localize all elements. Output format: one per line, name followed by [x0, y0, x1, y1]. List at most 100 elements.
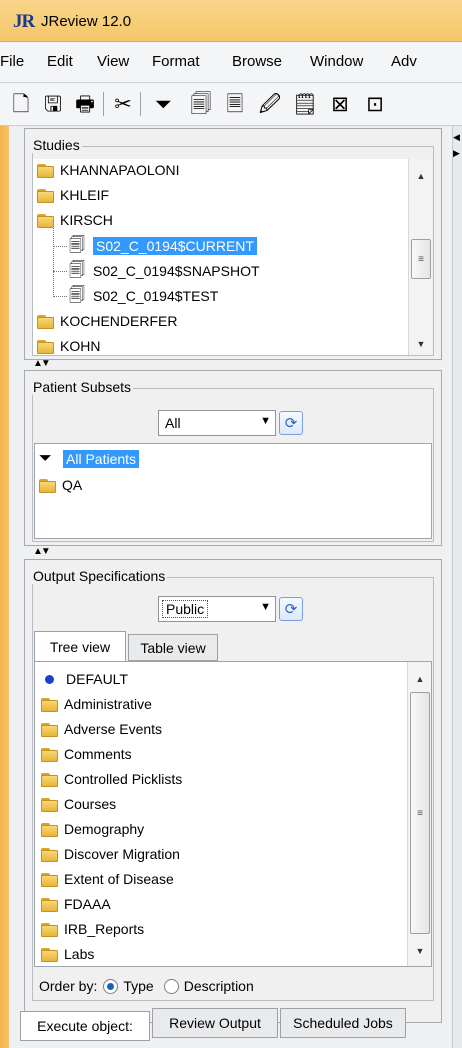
- order-by-label: Order by:: [39, 978, 98, 994]
- tab-execute-object[interactable]: Execute object:: [20, 1011, 150, 1041]
- menu-browse[interactable]: Browse: [232, 53, 282, 70]
- scroll-thumb[interactable]: ≡: [410, 692, 430, 934]
- order-type-label[interactable]: Type: [123, 978, 153, 994]
- refresh-output-specs-button[interactable]: ⟳: [279, 597, 303, 621]
- spec-item[interactable]: Labs: [41, 943, 94, 965]
- studies-panel: Studies KHANNAPAOLONI KHLEIF KIRSCH 🗐 S02…: [24, 128, 442, 360]
- tree-line: [53, 225, 54, 297]
- menu-bar: File Edit View Format Browse Window Adv: [0, 43, 462, 83]
- order-type-radio[interactable]: [103, 978, 119, 994]
- folder-icon: [41, 771, 58, 787]
- filter-icon[interactable]: ⏷: [150, 91, 176, 117]
- output-specs-tree[interactable]: DEFAULT Administrative Adverse Events Co…: [34, 661, 432, 967]
- folder-icon: [37, 212, 54, 228]
- splitter-arrows-icon[interactable]: ▲▼: [33, 547, 51, 557]
- new-document-icon[interactable]: 🗋: [8, 91, 34, 117]
- database-icon[interactable]: 🗐: [188, 91, 214, 117]
- report-icon[interactable]: 🗏: [222, 91, 248, 117]
- spec-item[interactable]: Adverse Events: [41, 718, 162, 740]
- menu-window[interactable]: Window: [310, 53, 363, 70]
- menu-format[interactable]: Format: [152, 53, 200, 70]
- scroll-down-icon[interactable]: ▼: [408, 942, 431, 960]
- scroll-thumb[interactable]: ≡: [411, 239, 431, 279]
- title-bar: JR JReview 12.0: [0, 0, 462, 42]
- print-icon[interactable]: 🖶: [72, 91, 98, 117]
- scroll-down-icon[interactable]: ▼: [409, 335, 432, 353]
- menu-view[interactable]: View: [97, 53, 129, 70]
- output-visibility-select[interactable]: Public ▼: [158, 596, 276, 622]
- study-item[interactable]: 🗐 S02_C_0194$TEST: [69, 285, 218, 307]
- scroll-up-icon[interactable]: ▲: [409, 167, 432, 185]
- subset-item[interactable]: QA: [39, 474, 82, 496]
- spec-item[interactable]: Discover Migration: [41, 843, 180, 865]
- study-item[interactable]: KHLEIF: [37, 184, 109, 206]
- cut-icon[interactable]: ✂: [110, 91, 136, 117]
- database-icon: 🗐: [69, 262, 85, 279]
- list-icon[interactable]: 🗒: [292, 91, 319, 117]
- output-specs-scrollbar[interactable]: ▲ ≡ ▼: [407, 662, 431, 966]
- refresh-icon: ⟳: [284, 601, 298, 618]
- tab-review-output[interactable]: Review Output: [152, 1008, 278, 1038]
- folder-icon: [41, 846, 58, 862]
- refresh-subsets-button[interactable]: ⟳: [279, 411, 303, 435]
- folder-icon: [41, 696, 58, 712]
- menu-advanced[interactable]: Adv: [391, 53, 417, 70]
- studies-label: Studies: [31, 137, 82, 153]
- folder-icon: [41, 746, 58, 762]
- database-icon: 🗐: [69, 287, 85, 304]
- panel-splitter[interactable]: ▲▼: [24, 547, 442, 558]
- scroll-up-icon[interactable]: ▲: [408, 670, 431, 688]
- menu-edit[interactable]: Edit: [47, 53, 73, 70]
- study-item[interactable]: KOCHENDERFER: [37, 310, 177, 332]
- bullet-icon: [45, 674, 54, 684]
- splitter-arrows-icon[interactable]: ▲▼: [33, 359, 51, 369]
- folder-icon: [41, 871, 58, 887]
- spec-item[interactable]: Controlled Picklists: [41, 768, 182, 790]
- folder-icon: [37, 187, 54, 203]
- folder-icon: [41, 921, 58, 937]
- study-item[interactable]: KIRSCH: [37, 209, 113, 231]
- edit-report-icon[interactable]: 🖉: [257, 91, 283, 117]
- export-icon[interactable]: ⊡: [362, 91, 388, 117]
- spec-item[interactable]: Administrative: [41, 693, 152, 715]
- panel-splitter[interactable]: ▲▼: [24, 359, 442, 370]
- folder-icon: [41, 821, 58, 837]
- tab-tree-view[interactable]: Tree view: [34, 631, 126, 661]
- patient-subsets-label: Patient Subsets: [31, 379, 134, 395]
- study-item[interactable]: KOHN: [37, 335, 100, 355]
- window-title: JReview 12.0: [41, 13, 132, 30]
- subset-item-selected[interactable]: ⏷ All Patients: [39, 448, 140, 470]
- folder-icon: [41, 796, 58, 812]
- folder-icon: [37, 338, 54, 354]
- save-icon[interactable]: 🖫: [40, 91, 66, 117]
- spec-item[interactable]: FDAAA: [41, 893, 111, 915]
- right-splitter[interactable]: ◀ ▶: [452, 126, 462, 1048]
- folder-icon: [41, 946, 58, 962]
- order-description-radio[interactable]: [163, 978, 179, 994]
- spec-item[interactable]: Extent of Disease: [41, 868, 174, 890]
- tab-table-view[interactable]: Table view: [128, 634, 218, 661]
- expand-icon[interactable]: ▶: [453, 148, 460, 159]
- subset-filter-select[interactable]: All ▼: [158, 410, 276, 436]
- crosstab-icon[interactable]: ⊠: [327, 91, 353, 117]
- chevron-down-icon: ▼: [260, 415, 271, 427]
- order-description-label[interactable]: Description: [184, 978, 254, 994]
- patient-subsets-list[interactable]: ⏷ All Patients QA: [34, 443, 432, 539]
- folder-icon: [37, 162, 54, 178]
- study-item[interactable]: 🗐 S02_C_0194$SNAPSHOT: [69, 260, 260, 282]
- tab-scheduled-jobs[interactable]: Scheduled Jobs: [280, 1008, 406, 1038]
- study-item[interactable]: KHANNAPAOLONI: [37, 159, 180, 181]
- studies-tree[interactable]: KHANNAPAOLONI KHLEIF KIRSCH 🗐 S02_C_0194$…: [33, 159, 432, 355]
- menu-file[interactable]: File: [0, 53, 24, 70]
- studies-scrollbar[interactable]: ▲ ≡ ▼: [408, 159, 432, 355]
- study-item-selected[interactable]: 🗐 S02_C_0194$CURRENT: [69, 235, 257, 257]
- spec-item[interactable]: IRB_Reports: [41, 918, 144, 940]
- spec-item[interactable]: DEFAULT: [41, 668, 128, 690]
- spec-item[interactable]: Comments: [41, 743, 132, 765]
- folder-icon: [39, 477, 56, 493]
- spec-item[interactable]: Demography: [41, 818, 144, 840]
- spec-item[interactable]: Courses: [41, 793, 116, 815]
- collapse-icon[interactable]: ◀: [453, 132, 460, 143]
- folder-icon: [41, 896, 58, 912]
- order-by-row: Order by: Type Description: [39, 975, 254, 997]
